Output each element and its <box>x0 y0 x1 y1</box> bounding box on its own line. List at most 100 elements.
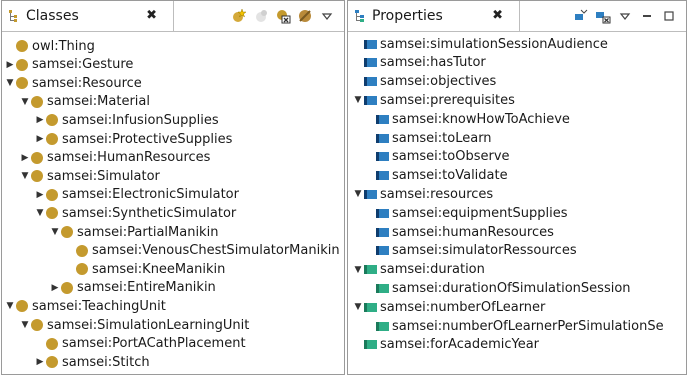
object-property-icon <box>376 227 389 237</box>
object-property-icon <box>376 114 389 124</box>
object-property-icon <box>364 39 377 49</box>
tree-row[interactable]: ▼ samsei:Material <box>19 93 150 111</box>
class-hierarchy-icon <box>9 10 17 22</box>
tree-node-label: samsei:toValidate <box>392 168 508 184</box>
tree-row[interactable]: ▼ samsei:Resource <box>4 74 142 92</box>
class-circle-icon <box>16 40 28 52</box>
class-circle-icon <box>46 133 58 145</box>
collapse-arrow-icon[interactable]: ▶ <box>49 283 61 293</box>
expand-arrow-icon[interactable]: ▼ <box>4 301 16 311</box>
tree-row[interactable]: ▶samsei:PortACathPlacement <box>34 335 246 353</box>
tree-node-label: samsei:HumanResources <box>47 150 211 166</box>
expand-arrow-icon[interactable]: ▼ <box>352 95 364 105</box>
delete-class-icon[interactable] <box>274 7 292 25</box>
tree-node-label: samsei:toLearn <box>392 130 492 146</box>
tree-node-label: samsei:equipmentSupplies <box>392 205 568 221</box>
tree-row[interactable]: samsei:equipmentSupplies <box>376 204 568 222</box>
expand-arrow-icon[interactable]: ▼ <box>19 97 31 107</box>
class-circle-icon <box>76 263 88 276</box>
tree-node-label: samsei:KneeManikin <box>92 261 226 277</box>
class-hierarchy-tree[interactable]: ▶owl:Thing▶samsei:Gesture▼samsei:Resourc… <box>2 33 344 374</box>
object-property-icon <box>364 77 377 87</box>
object-property-icon <box>364 58 377 68</box>
class-circle-icon <box>31 170 43 183</box>
property-hierarchy-tree[interactable]: samsei:simulationSessionAudience samsei:h… <box>348 33 686 374</box>
tree-row[interactable]: ▶samsei:KneeManikin <box>64 260 225 278</box>
tree-row[interactable]: ▶ samsei:EntireManikin <box>49 279 216 297</box>
data-property-icon <box>376 321 389 331</box>
view-menu-icon[interactable] <box>318 7 336 25</box>
classes-toolbar <box>230 7 336 25</box>
maximize-icon[interactable] <box>660 7 678 25</box>
collapse-arrow-icon[interactable]: ▶ <box>34 190 46 200</box>
tree-row[interactable]: samsei:durationOfSimulationSession <box>376 279 631 297</box>
add-property-icon[interactable] <box>572 7 590 25</box>
tree-row[interactable]: ▶samsei:VenousChestSimulatorManikin <box>64 242 340 260</box>
tree-row[interactable]: ▼ samsei:SimulationLearningUnit <box>19 316 250 334</box>
tree-row[interactable]: samsei:humanResources <box>376 223 554 241</box>
tree-row[interactable]: ▼ samsei:PartialManikin <box>49 223 219 241</box>
expand-arrow-icon[interactable]: ▼ <box>19 320 31 330</box>
tree-row[interactable]: ▶owl:Thing <box>4 37 95 55</box>
tree-node-label: samsei:PortACathPlacement <box>62 336 246 352</box>
tree-row[interactable]: ▶ samsei:ProtectiveSupplies <box>34 130 233 148</box>
collapse-arrow-icon[interactable]: ▶ <box>34 357 46 367</box>
classes-view: Classes ✖ owl:Thing ▶ samsei:Gesture ▼ s… <box>1 0 345 375</box>
tree-row[interactable]: ▶ samsei:Stitch <box>34 353 150 371</box>
tree-row[interactable]: ▼ samsei:duration <box>352 261 485 279</box>
collapse-arrow-icon[interactable]: ▶ <box>4 60 16 70</box>
tree-row[interactable]: ▼ samsei:TeachingUnit <box>4 297 166 315</box>
add-sibling-class-icon[interactable] <box>252 7 270 25</box>
tree-row[interactable]: samsei:simulatorRessources <box>376 242 577 260</box>
class-circle-icon <box>31 319 43 331</box>
class-circle-icon <box>16 77 28 90</box>
expand-arrow-icon[interactable]: ▼ <box>49 227 61 237</box>
tree-row[interactable]: samsei:objectives <box>364 73 496 91</box>
tab-classes[interactable]: Classes ✖ <box>2 1 174 31</box>
delete-property-icon[interactable] <box>594 7 612 25</box>
collapse-arrow-icon[interactable]: ▶ <box>34 134 46 144</box>
expand-arrow-icon[interactable]: ▼ <box>4 78 16 88</box>
tree-row[interactable]: samsei:forAcademicYear <box>364 336 539 354</box>
tree-node-label: samsei:SimulationLearningUnit <box>47 317 250 333</box>
deprecate-class-icon[interactable] <box>296 7 314 25</box>
class-circle-icon <box>46 188 58 201</box>
tree-row[interactable]: samsei:toObserve <box>376 148 510 166</box>
tree-row[interactable]: samsei:toValidate <box>376 167 508 185</box>
tree-row[interactable]: ▼ samsei:SyntheticSimulator <box>34 204 237 222</box>
close-icon[interactable]: ✖ <box>146 8 157 23</box>
tree-row[interactable]: ▼ samsei:Simulator <box>19 167 160 185</box>
expand-arrow-icon[interactable]: ▼ <box>19 171 31 181</box>
view-menu-icon[interactable] <box>616 7 634 25</box>
tree-node-label: samsei:Material <box>47 94 150 110</box>
tree-node-label: samsei:resources <box>380 186 494 202</box>
tree-row[interactable]: samsei:hasTutor <box>364 54 486 72</box>
tree-row[interactable]: ▶ samsei:InfusionSupplies <box>34 111 219 129</box>
tree-row[interactable]: ▶ samsei:Gesture <box>4 56 134 74</box>
minimize-icon[interactable] <box>638 7 656 25</box>
tree-node-label: samsei:numberOfLearnerPerSimulationSe <box>392 318 664 334</box>
collapse-arrow-icon[interactable]: ▶ <box>19 153 31 163</box>
expand-arrow-icon[interactable]: ▼ <box>34 208 46 218</box>
tree-node-label: samsei:ProtectiveSupplies <box>62 131 233 147</box>
expand-arrow-icon[interactable]: ▼ <box>352 302 364 312</box>
tab-properties[interactable]: Properties ✖ <box>348 1 520 31</box>
object-property-icon <box>364 189 377 199</box>
tree-row[interactable]: ▼ samsei:numberOfLearner <box>352 298 546 316</box>
close-icon[interactable]: ✖ <box>492 8 503 23</box>
tree-row[interactable]: ▶ samsei:ElectronicSimulator <box>34 186 239 204</box>
tree-node-label: samsei:Resource <box>32 75 142 91</box>
expand-arrow-icon[interactable]: ▼ <box>352 189 364 199</box>
tree-row[interactable]: ▼ samsei:resources <box>352 185 494 203</box>
tree-row[interactable]: samsei:toLearn <box>376 129 492 147</box>
tree-node-label: samsei:TeachingUnit <box>32 298 166 314</box>
tree-row[interactable]: ▶ samsei:HumanResources <box>19 149 211 167</box>
add-subclass-icon[interactable] <box>230 7 248 25</box>
tree-row[interactable]: ▼ samsei:prerequisites <box>352 91 515 109</box>
tree-row[interactable]: samsei:knowHowToAchieve <box>376 110 570 128</box>
collapse-arrow-icon[interactable]: ▶ <box>34 115 46 125</box>
tree-row[interactable]: samsei:simulationSessionAudience <box>364 35 608 53</box>
tree-row[interactable]: samsei:numberOfLearnerPerSimulationSe <box>376 317 664 335</box>
expand-arrow-icon[interactable]: ▼ <box>352 265 364 275</box>
tree-node-label: samsei:SyntheticSimulator <box>62 205 237 221</box>
